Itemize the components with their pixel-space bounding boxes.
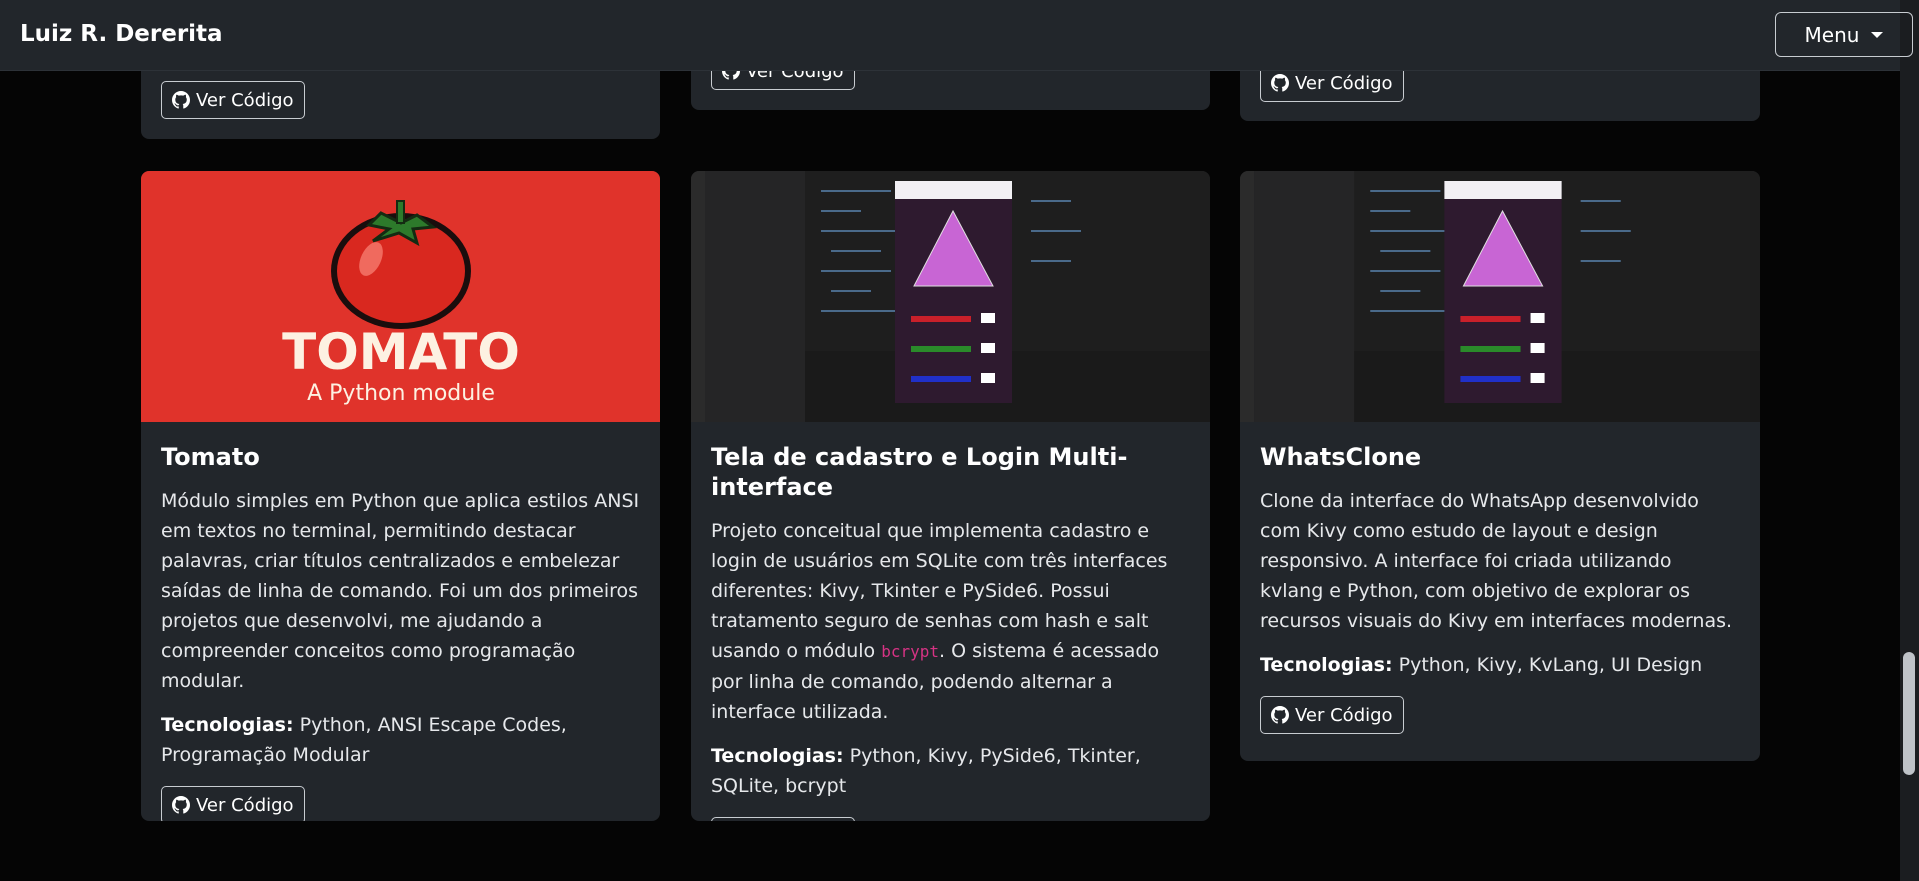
card-title: WhatsClone	[1260, 443, 1422, 471]
view-code-button[interactable]: Ver Código	[161, 81, 305, 119]
view-code-label: Ver Código	[1295, 72, 1393, 94]
view-code-label: Ver Código	[196, 794, 294, 816]
card-title: Tela de cadastro e Login Multi-interface	[711, 443, 1128, 501]
tech-list: Python, Kivy, KvLang, UI Design	[1398, 654, 1703, 676]
github-icon	[1271, 706, 1289, 724]
view-code-label: Ver Código	[1295, 704, 1393, 726]
top-navbar: Luiz R. Dererita Menu	[0, 0, 1913, 71]
tech-label: Tecnologias:	[711, 745, 844, 767]
brand-name[interactable]: Luiz R. Dererita	[20, 21, 223, 47]
github-icon	[172, 91, 190, 109]
card-technologies: Tecnologias: Python, Kivy, PySide6, Tkin…	[711, 741, 1190, 801]
card-title: Tomato	[161, 443, 260, 471]
project-card-tomato: TOMATO A Python module Tomato Módulo sim…	[141, 171, 660, 821]
view-code-button[interactable]: Ver Código	[161, 786, 305, 821]
card-technologies: Tecnologias: Python, Kivy, KvLang, UI De…	[1260, 650, 1740, 680]
tech-label: Tecnologias:	[161, 714, 294, 736]
tomato-image: TOMATO A Python module	[141, 171, 660, 422]
card-description: Projeto conceitual que implementa cadast…	[711, 516, 1190, 727]
view-code-button[interactable]: Ver Código	[1260, 696, 1404, 734]
view-code-label: Ver Código	[196, 89, 294, 111]
tech-label: Tecnologias:	[1260, 654, 1393, 676]
image-word: TOMATO	[282, 323, 520, 381]
screenshot-image	[691, 171, 1210, 422]
card-description: Módulo simples em Python que aplica esti…	[161, 490, 640, 692]
view-code-button[interactable]: Ver Código	[711, 817, 855, 821]
screenshot-image	[1240, 171, 1760, 422]
card-description: Clone da interface do WhatsApp desenvolv…	[1260, 490, 1733, 632]
github-icon	[1271, 74, 1289, 92]
image-subtitle: A Python module	[307, 381, 495, 406]
project-card-login: Tela de cadastro e Login Multi-interface…	[691, 171, 1210, 821]
page-scrollbar-thumb[interactable]	[1903, 652, 1915, 775]
card-technologies: Tecnologias: Python, ANSI Escape Codes, …	[161, 710, 640, 770]
project-card-whatsclone: WhatsClone Clone da interface do WhatsAp…	[1240, 171, 1760, 761]
inline-code: bcrypt	[881, 642, 939, 661]
menu-dropdown-button[interactable]: Menu	[1775, 12, 1913, 57]
menu-label: Menu	[1804, 22, 1860, 47]
caret-down-icon	[1871, 31, 1884, 38]
github-icon	[172, 796, 190, 814]
